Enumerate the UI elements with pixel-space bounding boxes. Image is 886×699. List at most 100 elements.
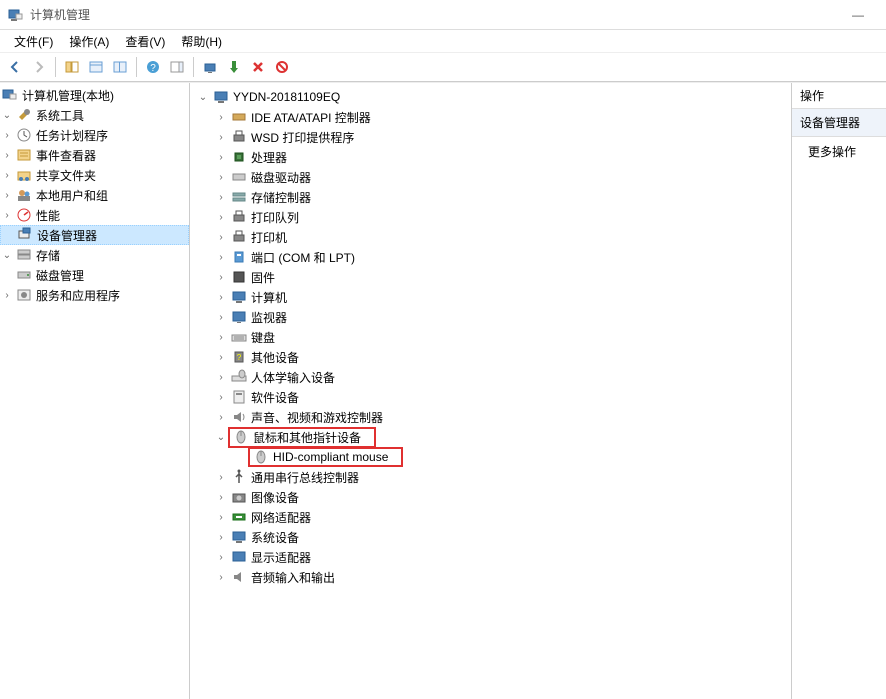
tree-shared-folders[interactable]: ›共享文件夹 <box>0 165 189 185</box>
dev-system[interactable]: ›系统设备 <box>190 527 791 547</box>
expand-icon[interactable]: › <box>0 150 14 161</box>
uninstall-button[interactable] <box>271 56 293 78</box>
storage-ctrl-icon <box>231 189 247 205</box>
system-icon <box>231 529 247 545</box>
expand-icon[interactable]: › <box>214 512 228 523</box>
expand-icon[interactable]: › <box>214 152 228 163</box>
tree-event-viewer[interactable]: ›事件查看器 <box>0 145 189 165</box>
collapse-icon[interactable]: ⌄ <box>0 110 14 121</box>
properties-button[interactable] <box>85 56 107 78</box>
devmgr-icon <box>17 227 33 243</box>
remove-button[interactable] <box>247 56 269 78</box>
collapse-icon[interactable]: ⌄ <box>0 250 14 261</box>
tree-task-scheduler[interactable]: ›任务计划程序 <box>0 125 189 145</box>
expand-icon[interactable]: › <box>0 210 14 221</box>
expand-icon[interactable]: › <box>0 130 14 141</box>
tree-storage[interactable]: ⌄存储 <box>0 245 189 265</box>
tree-performance[interactable]: ›性能 <box>0 205 189 225</box>
dev-root[interactable]: ⌄YYDN-20181109EQ <box>190 87 791 107</box>
dev-keyboard[interactable]: ›键盘 <box>190 327 791 347</box>
expand-icon[interactable]: › <box>0 290 14 301</box>
expand-icon[interactable]: › <box>214 392 228 403</box>
show-hide-tree-button[interactable] <box>61 56 83 78</box>
menu-file[interactable]: 文件(F) <box>6 31 61 52</box>
left-tree-pane: 计算机管理(本地) ⌄系统工具 ›任务计划程序 ›事件查看器 ›共享文件夹 ›本… <box>0 83 190 699</box>
expand-icon[interactable]: › <box>0 170 14 181</box>
dev-computer[interactable]: ›计算机 <box>190 287 791 307</box>
expand-icon[interactable]: › <box>214 112 228 123</box>
dev-diskdrive[interactable]: ›磁盘驱动器 <box>190 167 791 187</box>
expand-icon[interactable]: › <box>214 532 228 543</box>
menu-action[interactable]: 操作(A) <box>61 31 117 52</box>
expand-icon[interactable]: › <box>214 232 228 243</box>
collapse-icon[interactable]: ⌄ <box>214 432 228 443</box>
ide-icon <box>231 109 247 125</box>
expand-icon[interactable]: › <box>214 212 228 223</box>
tree-root[interactable]: 计算机管理(本地) <box>0 85 189 105</box>
dev-usb[interactable]: ›通用串行总线控制器 <box>190 467 791 487</box>
expand-icon[interactable]: › <box>214 312 228 323</box>
dev-network[interactable]: ›网络适配器 <box>190 507 791 527</box>
collapse-icon[interactable]: ⌄ <box>196 92 210 103</box>
expand-icon[interactable]: › <box>214 352 228 363</box>
services-icon <box>16 287 32 303</box>
dev-software[interactable]: ›软件设备 <box>190 387 791 407</box>
dev-hid[interactable]: ›人体学输入设备 <box>190 367 791 387</box>
clock-icon <box>16 127 32 143</box>
tree-systools[interactable]: ⌄系统工具 <box>0 105 189 125</box>
expand-icon[interactable]: › <box>214 372 228 383</box>
expand-icon[interactable]: › <box>214 572 228 583</box>
dev-mouse[interactable]: ⌄鼠标和其他指针设备 <box>190 427 791 447</box>
dev-imaging[interactable]: ›图像设备 <box>190 487 791 507</box>
minimize-button[interactable]: — <box>838 8 878 22</box>
action-pane-button[interactable] <box>166 56 188 78</box>
expand-icon[interactable]: › <box>214 492 228 503</box>
dev-printer[interactable]: ›打印机 <box>190 227 791 247</box>
dev-firmware[interactable]: ›固件 <box>190 267 791 287</box>
scan-hardware-button[interactable] <box>199 56 221 78</box>
other-icon: ? <box>231 349 247 365</box>
expand-icon[interactable]: › <box>214 332 228 343</box>
tree-disk-mgmt[interactable]: 磁盘管理 <box>0 265 189 285</box>
export-button[interactable] <box>109 56 131 78</box>
dev-sound[interactable]: ›声音、视频和游戏控制器 <box>190 407 791 427</box>
separator <box>136 57 137 77</box>
forward-button[interactable] <box>28 56 50 78</box>
expand-icon[interactable]: › <box>214 472 228 483</box>
dev-monitor[interactable]: ›监视器 <box>190 307 791 327</box>
expand-icon[interactable]: › <box>214 412 228 423</box>
printer-icon <box>231 129 247 145</box>
cpu-icon <box>231 149 247 165</box>
expand-icon[interactable]: › <box>214 552 228 563</box>
expand-icon[interactable]: › <box>214 192 228 203</box>
usb-icon <box>231 469 247 485</box>
help-button[interactable]: ? <box>142 56 164 78</box>
dev-ide[interactable]: ›IDE ATA/ATAPI 控制器 <box>190 107 791 127</box>
tree-local-users[interactable]: ›本地用户和组 <box>0 185 189 205</box>
dev-cpu[interactable]: ›处理器 <box>190 147 791 167</box>
menu-help[interactable]: 帮助(H) <box>173 31 230 52</box>
dev-display[interactable]: ›显示适配器 <box>190 547 791 567</box>
action-more[interactable]: 更多操作 <box>792 137 886 166</box>
dev-storagectrl[interactable]: ›存储控制器 <box>190 187 791 207</box>
dev-other[interactable]: ›?其他设备 <box>190 347 791 367</box>
expand-icon[interactable]: › <box>214 172 228 183</box>
add-legacy-button[interactable] <box>223 56 245 78</box>
dev-audio[interactable]: ›音频输入和输出 <box>190 567 791 587</box>
dev-printqueue[interactable]: ›打印队列 <box>190 207 791 227</box>
back-button[interactable] <box>4 56 26 78</box>
firmware-icon <box>231 269 247 285</box>
tree-services[interactable]: ›服务和应用程序 <box>0 285 189 305</box>
menu-view[interactable]: 查看(V) <box>117 31 173 52</box>
dev-hid-mouse[interactable]: HID-compliant mouse <box>190 447 791 467</box>
mouse-icon <box>233 429 249 445</box>
expand-icon[interactable]: › <box>214 292 228 303</box>
hid-icon <box>231 369 247 385</box>
expand-icon[interactable]: › <box>214 272 228 283</box>
expand-icon[interactable]: › <box>214 132 228 143</box>
expand-icon[interactable]: › <box>214 252 228 263</box>
expand-icon[interactable]: › <box>0 190 14 201</box>
dev-ports[interactable]: ›端口 (COM 和 LPT) <box>190 247 791 267</box>
dev-wsd[interactable]: ›WSD 打印提供程序 <box>190 127 791 147</box>
tree-device-manager[interactable]: 设备管理器 <box>0 225 189 245</box>
